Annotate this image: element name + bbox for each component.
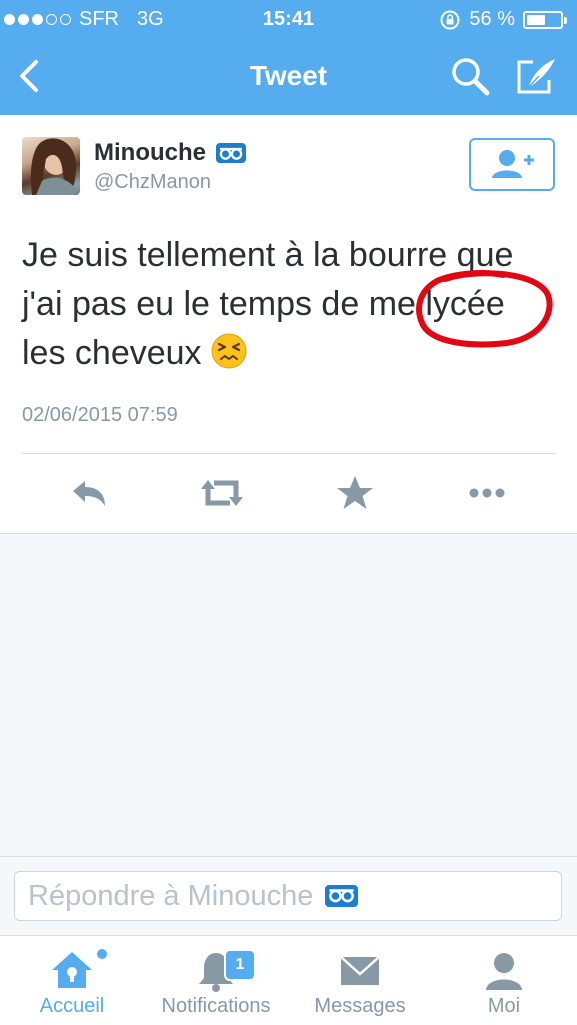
author-name-text: Minouche — [94, 139, 206, 166]
vine-badge-icon — [325, 885, 359, 907]
battery-percent: 56 % — [469, 8, 515, 30]
add-user-icon — [492, 150, 534, 178]
tab-label: Accueil — [39, 995, 105, 1017]
reply-icon[interactable] — [69, 473, 109, 513]
persevering-face-emoji-icon — [211, 333, 247, 369]
battery-icon — [523, 10, 567, 29]
page-title: Tweet — [249, 60, 328, 91]
battery-fill — [527, 14, 545, 25]
compose-icon[interactable] — [515, 56, 557, 96]
profile-icon — [486, 953, 522, 990]
follow-button[interactable] — [469, 138, 555, 191]
tweet-text-line: les cheveux — [22, 334, 202, 372]
retweet-icon[interactable] — [200, 473, 244, 513]
notification-count-badge: 1 — [224, 949, 256, 981]
more-icon[interactable] — [467, 473, 507, 513]
home-icon — [52, 952, 92, 988]
rotation-lock-icon — [440, 10, 460, 29]
divider — [22, 453, 556, 454]
envelope-icon — [340, 956, 380, 985]
vine-loop-icon — [329, 889, 355, 903]
header: SFR 3G 15:41 56 % Tweet — [0, 0, 577, 115]
tab-label: Notifications — [161, 995, 271, 1017]
tweet-text-line: j'ai pas eu le temps de me lycée — [22, 285, 505, 323]
author-handle[interactable]: @ChzManon — [94, 171, 211, 194]
star-icon[interactable] — [335, 473, 375, 513]
battery-tip — [564, 16, 567, 24]
vine-badge-icon — [216, 143, 246, 163]
tweet-text-line: Je suis tellement à la bourre que — [22, 236, 514, 274]
status-right: 56 % — [439, 8, 567, 31]
reply-placeholder: Répondre à Minouche — [28, 879, 314, 912]
avatar[interactable] — [22, 137, 80, 195]
tab-label: Moi — [487, 995, 521, 1017]
vine-loop-icon — [219, 147, 243, 160]
reply-bar: Répondre à Minouche — [0, 856, 577, 936]
tweet-text-line-last: les cheveux — [22, 329, 557, 378]
avatar-image — [30, 138, 77, 195]
status-bar: SFR 3G 15:41 56 % — [0, 0, 577, 38]
reply-input[interactable]: Répondre à Minouche — [14, 871, 562, 921]
author-name[interactable]: Minouche — [94, 139, 246, 167]
tab-bar: Accueil 1 Notifications Messages Moi — [0, 935, 577, 1025]
tweet-card: Minouche @ChzManon Je suis tellement à l… — [0, 115, 577, 534]
unread-dot — [97, 949, 107, 959]
tweet-text: Je suis tellement à la bourre que j'ai p… — [22, 231, 557, 378]
search-icon[interactable] — [450, 56, 490, 96]
tab-home[interactable]: Accueil — [0, 936, 144, 1025]
tab-profile[interactable]: Moi — [432, 936, 576, 1025]
tab-messages[interactable]: Messages — [288, 936, 432, 1025]
tweet-timestamp: 02/06/2015 07:59 — [22, 404, 178, 426]
tab-label: Messages — [314, 995, 406, 1017]
tab-notifications[interactable]: 1 Notifications — [144, 936, 288, 1025]
